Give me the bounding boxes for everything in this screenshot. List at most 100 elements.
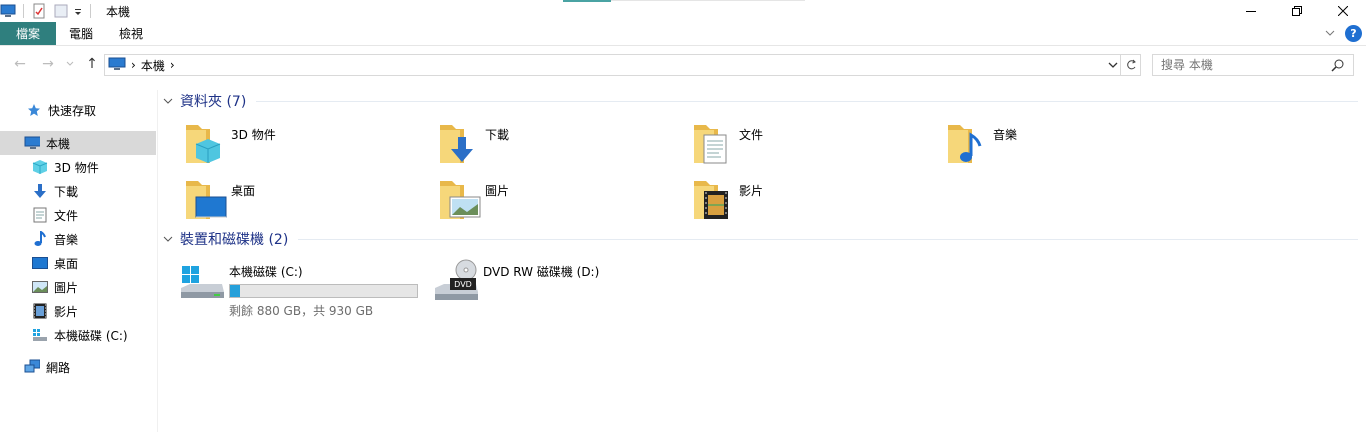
minimize-button[interactable] bbox=[1228, 0, 1274, 22]
restore-button[interactable] bbox=[1274, 0, 1320, 22]
help-icon[interactable]: ? bbox=[1345, 25, 1362, 42]
chevron-down-icon bbox=[162, 95, 174, 107]
search-input[interactable] bbox=[1161, 58, 1321, 72]
sidebar-item-label: 影片 bbox=[54, 304, 79, 319]
ribbon-right-controls: ? bbox=[1325, 25, 1362, 42]
close-button[interactable] bbox=[1320, 0, 1366, 22]
star-icon bbox=[26, 102, 42, 118]
window-controls bbox=[1228, 0, 1366, 22]
window-title: 本機 bbox=[106, 4, 131, 19]
folder-label: 圖片 bbox=[485, 184, 510, 198]
folder-downloads-icon bbox=[440, 125, 473, 163]
group-divider bbox=[256, 100, 1358, 102]
sidebar-item-quick-access[interactable]: 快速存取 bbox=[0, 98, 156, 122]
address-history-dropdown[interactable] bbox=[1106, 58, 1120, 72]
folder-desktop-icon bbox=[186, 181, 227, 219]
drive-info: 本機磁碟 (C:) 剩餘 880 GB，共 930 GB bbox=[229, 263, 418, 318]
folder-tile-pictures[interactable]: 圖片 bbox=[438, 177, 509, 227]
sidebar-item-label: 3D 物件 bbox=[54, 160, 99, 175]
document-icon bbox=[32, 207, 48, 223]
desktop-icon bbox=[32, 255, 48, 271]
sidebar-item-this-pc[interactable]: 本機 bbox=[0, 131, 156, 155]
group-divider bbox=[298, 238, 1358, 240]
address-row: ← → ↑ › 本機 › bbox=[0, 52, 1366, 78]
chevron-down-icon bbox=[66, 61, 74, 66]
content-pane: 資料夾 (7) 3D 物件 下載 文件 音樂 桌面 圖片 影片 裝置和磁碟機 (… bbox=[162, 88, 1362, 432]
customize-toolbar-dropdown-icon[interactable] bbox=[73, 3, 83, 19]
forward-button[interactable]: → bbox=[40, 55, 56, 73]
folder-label: 影片 bbox=[739, 184, 764, 198]
drive-label: 本機磁碟 (C:) bbox=[229, 265, 303, 279]
properties-icon[interactable] bbox=[31, 3, 47, 19]
sidebar-item-label: 本機 bbox=[46, 136, 71, 151]
address-bar[interactable]: › 本機 › bbox=[104, 54, 1141, 76]
sidebar-item-pictures[interactable]: 圖片 bbox=[0, 275, 156, 299]
folder-music-icon bbox=[948, 125, 982, 163]
folder-tile-videos[interactable]: 影片 bbox=[692, 177, 763, 227]
folder-tile-desktop[interactable]: 桌面 bbox=[184, 177, 255, 227]
refresh-button[interactable] bbox=[1120, 55, 1140, 75]
back-button[interactable]: ← bbox=[12, 55, 28, 73]
group-title: 裝置和磁碟機 (2) bbox=[180, 232, 289, 248]
restore-icon bbox=[1292, 6, 1302, 16]
folder-label: 桌面 bbox=[231, 184, 256, 198]
sidebar-item-local-disk-c[interactable]: 本機磁碟 (C:) bbox=[0, 323, 156, 347]
computer-icon bbox=[108, 57, 126, 74]
sidebar-item-music[interactable]: 音樂 bbox=[0, 227, 156, 251]
chevron-down-icon bbox=[1108, 62, 1118, 68]
sidebar-item-videos[interactable]: 影片 bbox=[0, 299, 156, 323]
sidebar-item-desktop[interactable]: 桌面 bbox=[0, 251, 156, 275]
drive-usage-fill bbox=[230, 285, 241, 297]
sidebar-item-network[interactable]: 網路 bbox=[0, 355, 156, 379]
tab-file[interactable]: 檔案 bbox=[0, 22, 56, 45]
breadcrumb-separator-icon[interactable]: › bbox=[170, 58, 175, 72]
sidebar-item-label: 本機磁碟 (C:) bbox=[54, 328, 128, 343]
group-header-folders[interactable]: 資料夾 (7) bbox=[162, 89, 1358, 113]
folder-label: 下載 bbox=[485, 128, 510, 142]
sidebar-item-label: 音樂 bbox=[54, 232, 79, 247]
drive-tile-local-disk-c[interactable]: 本機磁碟 (C:) 剩餘 880 GB，共 930 GB bbox=[178, 258, 418, 318]
folder-label: 3D 物件 bbox=[231, 128, 276, 142]
tab-computer[interactable]: 電腦 bbox=[56, 22, 106, 45]
breadcrumb-item[interactable]: 本機 bbox=[141, 57, 165, 74]
sidebar-item-label: 快速存取 bbox=[48, 103, 97, 118]
network-icon bbox=[24, 359, 40, 375]
up-arrow-icon: ↑ bbox=[86, 56, 98, 72]
folder-tile-downloads[interactable]: 下載 bbox=[438, 121, 509, 171]
download-arrow-icon bbox=[32, 183, 48, 199]
sidebar-item-downloads[interactable]: 下載 bbox=[0, 179, 156, 203]
sidebar-item-label: 圖片 bbox=[54, 280, 79, 295]
folder-3d-objects-icon bbox=[186, 125, 221, 163]
breadcrumb: › 本機 › bbox=[108, 57, 175, 74]
sidebar-item-label: 下載 bbox=[54, 184, 79, 199]
breadcrumb-separator-icon[interactable]: › bbox=[131, 58, 136, 72]
sidebar-item-3d-objects[interactable]: 3D 物件 bbox=[0, 155, 156, 179]
folder-pictures-icon bbox=[440, 181, 481, 219]
search-icon[interactable] bbox=[1331, 58, 1345, 75]
folder-tile-music[interactable]: 音樂 bbox=[946, 121, 1017, 171]
forward-arrow-icon: → bbox=[42, 56, 54, 72]
sidebar-item-documents[interactable]: 文件 bbox=[0, 203, 156, 227]
title-accent-line bbox=[611, 0, 805, 1]
drive-usage-bar bbox=[229, 284, 418, 298]
search-box[interactable] bbox=[1152, 54, 1354, 76]
folder-tile-3d-objects[interactable]: 3D 物件 bbox=[184, 121, 276, 171]
computer-icon bbox=[0, 3, 16, 19]
recent-locations-button[interactable] bbox=[64, 55, 76, 73]
close-icon bbox=[1338, 6, 1348, 16]
minimize-icon bbox=[1246, 11, 1256, 12]
tab-view[interactable]: 檢視 bbox=[106, 22, 156, 45]
up-button[interactable]: ↑ bbox=[84, 55, 100, 73]
drive-tile-dvd-d[interactable]: DVD DVD RW 磁碟機 (D:) bbox=[432, 258, 599, 318]
windows-drive-icon bbox=[181, 266, 224, 298]
cube-icon bbox=[32, 159, 48, 175]
picture-icon bbox=[32, 279, 48, 295]
folder-tile-documents[interactable]: 文件 bbox=[692, 121, 763, 171]
expand-ribbon-icon[interactable] bbox=[1325, 27, 1335, 41]
back-arrow-icon: ← bbox=[14, 56, 26, 72]
svg-text:DVD: DVD bbox=[454, 280, 472, 289]
group-header-drives[interactable]: 裝置和磁碟機 (2) bbox=[162, 227, 1358, 251]
title-accent bbox=[563, 0, 611, 2]
new-folder-icon[interactable] bbox=[53, 3, 69, 19]
sidebar-item-label: 文件 bbox=[54, 208, 79, 223]
